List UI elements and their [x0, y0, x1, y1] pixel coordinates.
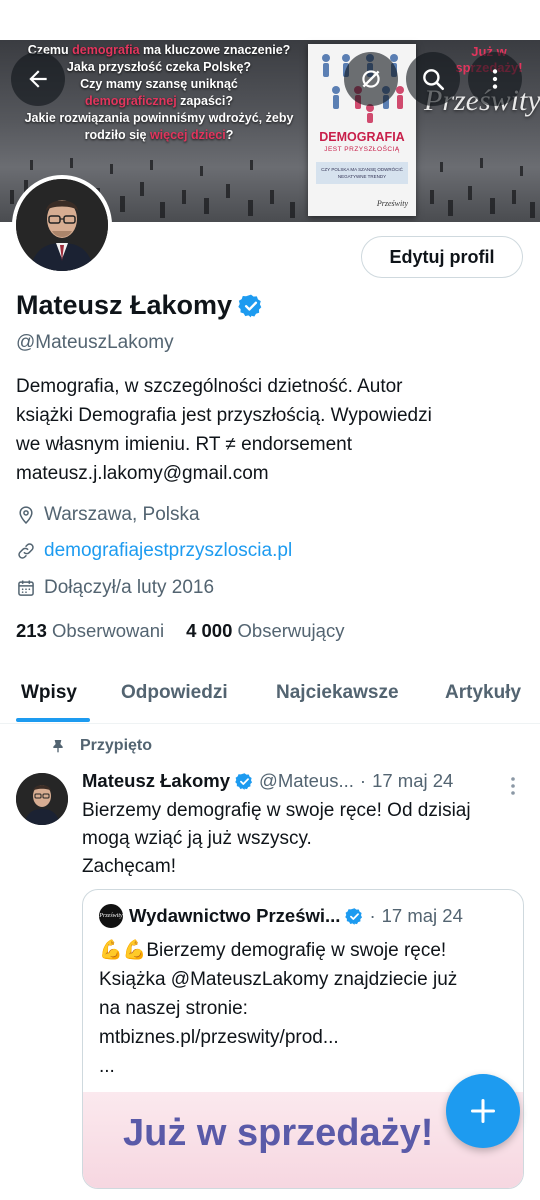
pinned-indicator: Przypięto: [50, 737, 152, 755]
quoted-text-line: mtbiznes.pl/przeswity/prod...: [99, 1027, 339, 1048]
status-area: [0, 0, 540, 40]
tweet-separator: ·: [359, 770, 367, 791]
following-count: 213: [16, 620, 47, 641]
calendar-icon: [18, 580, 34, 596]
bio-line: Demografia, w szczególności dzietność. A…: [16, 376, 403, 397]
banner-text-highlight: demograficznej: [85, 94, 177, 108]
grok-button[interactable]: [344, 52, 398, 106]
tweet-text-line: mogą wziąć ją już wszyscy.: [82, 828, 312, 849]
profile-tabs: Wpisy Odpowiedzi Najciekawsze Artykuły: [0, 668, 540, 724]
profile-handle: @MateuszLakomy: [16, 332, 174, 353]
bio-line: książki Demografia jest przyszłością. Wy…: [16, 405, 432, 426]
banner-text-segment: Jakie rozwiązania powinniśmy wdrożyć, że…: [24, 111, 294, 125]
banner-text-segment: ?: [225, 128, 234, 142]
more-button[interactable]: [468, 52, 522, 106]
quoted-image-text: Już w sprzedaży!: [123, 1112, 434, 1154]
profile-joined: Dołączył/a luty 2016: [16, 577, 214, 599]
search-button[interactable]: [406, 52, 460, 106]
book-title: DEMOGRAFIA: [319, 130, 405, 144]
tweet-avatar-portrait: [16, 773, 68, 825]
tweet-text-line: Zachęcam!: [82, 856, 176, 877]
quoted-author-name: Wydawnictwo Prześwi...: [129, 905, 341, 926]
followers-count: 4 000: [186, 620, 233, 641]
banner-text-segment: ma kluczowe znaczenie?: [139, 43, 291, 57]
tab-highlights[interactable]: Najciekawsze: [276, 682, 399, 704]
banner-text-highlight: więcej dzieci: [149, 128, 226, 142]
followers-label: Obserwujący: [237, 620, 345, 641]
tab-articles[interactable]: Artykuły: [445, 682, 521, 704]
tweet-text-line: Bierzemy demografię w swoje ręce! Od dzi…: [82, 800, 471, 821]
banner-text-segment: zapaści?: [176, 94, 233, 108]
quoted-author-avatar: Prześwity: [99, 904, 123, 928]
profile-name: Mateusz Łakomy: [16, 290, 233, 320]
bio-line: we własnym imieniu. RT ≠ endorsement: [16, 434, 353, 455]
compose-button[interactable]: [446, 1074, 520, 1148]
more-vertical-icon: [492, 69, 498, 89]
profile-location: Warszawa, Polska: [16, 504, 200, 526]
book-publisher: Prześwity: [376, 199, 408, 208]
verified-badge-icon: [235, 772, 253, 790]
tweet-author-handle: @Mateus...: [259, 770, 354, 791]
quoted-date: 17 maj 24: [381, 905, 463, 926]
banner-text-segment: rodziło się: [84, 128, 150, 142]
location-text: Warszawa, Polska: [44, 504, 200, 525]
quoted-tweet[interactable]: Prześwity Wydawnictwo Prześwi... · 17 ma…: [82, 889, 524, 1189]
banner-text-segment: Jaka przyszłość czeka Polskę?: [66, 60, 252, 74]
active-tab-indicator: [16, 718, 90, 722]
back-button[interactable]: [11, 52, 65, 106]
verified-badge-icon[interactable]: [238, 293, 264, 319]
location-pin-icon: [19, 506, 33, 524]
plus-icon: [470, 1098, 496, 1124]
search-icon: [423, 69, 445, 91]
following-label: Obserwowani: [52, 620, 165, 641]
banner-line-1: Czemu demografia ma kluczowe znaczenie?: [14, 42, 304, 59]
following-link[interactable]: 213 Obserwowani: [16, 620, 164, 642]
profile-name-row: Mateusz Łakomy: [16, 290, 264, 321]
pin-icon: [53, 740, 63, 753]
profile-bio: Demografia, w szczególności dzietność. A…: [16, 372, 524, 488]
banner-text-segment: Czy mamy szansę uniknąć: [80, 77, 238, 91]
quoted-separator: ·: [369, 905, 376, 926]
tweet-text: Bierzemy demografię w swoje ręce! Od dzi…: [82, 797, 522, 881]
book-band-text: CZY POLSKA MA SZANSĘ ODWRÓCIĆ NEGATYWNE …: [316, 162, 408, 184]
followers-link[interactable]: 4 000 Obserwujący: [186, 620, 344, 642]
banner-line-5: Jakie rozwiązania powinniśmy wdrożyć, że…: [14, 110, 304, 127]
quoted-tweet-header: Prześwity Wydawnictwo Prześwi... · 17 ma…: [99, 904, 463, 928]
quoted-text-line: 💪💪Bierzemy demografię w swoje ręce!: [99, 940, 447, 961]
quoted-text-line: na naszej stronie:: [99, 998, 248, 1019]
profile-website: demografiajestprzyszloscia.pl: [16, 540, 292, 562]
quoted-text-line: Książka @MateuszLakomy znajdziecie już: [99, 969, 458, 990]
back-arrow-icon: [29, 70, 47, 88]
edit-profile-button[interactable]: Edytuj profil: [361, 236, 523, 278]
website-link[interactable]: demografiajestprzyszloscia.pl: [44, 540, 292, 562]
joined-text: Dołączył/a luty 2016: [44, 577, 215, 598]
quoted-text-line: ...: [99, 1056, 115, 1077]
avatar-portrait: [16, 179, 108, 271]
pinned-label: Przypięto: [80, 737, 153, 754]
tab-replies[interactable]: Odpowiedzi: [121, 682, 228, 704]
tweet-author-name[interactable]: Mateusz Łakomy: [82, 770, 230, 792]
link-icon: [18, 543, 34, 559]
book-subtitle: JEST PRZYSZŁOŚCIĄ: [324, 146, 400, 153]
profile-avatar[interactable]: [12, 175, 112, 275]
tweet-header: Mateusz Łakomy @Mateus... · 17 maj 24: [82, 770, 522, 792]
bio-line: mateusz.j.lakomy@gmail.com: [16, 463, 269, 484]
banner-text-highlight: demografia: [72, 43, 140, 57]
tweet-author-avatar[interactable]: [16, 773, 68, 825]
tweet-date[interactable]: 17 maj 24: [372, 770, 453, 792]
tweet-more-icon[interactable]: [504, 775, 522, 797]
banner-line-6: rodziło się więcej dzieci?: [14, 127, 304, 144]
tab-posts[interactable]: Wpisy: [21, 682, 77, 704]
follow-stats: 213 Obserwowani 4 000 Obserwujący: [16, 620, 344, 642]
verified-badge-icon: [345, 907, 363, 925]
grok-icon: [362, 70, 380, 88]
quoted-tweet-text: 💪💪Bierzemy demografię w swoje ręce! Ksią…: [99, 936, 509, 1081]
